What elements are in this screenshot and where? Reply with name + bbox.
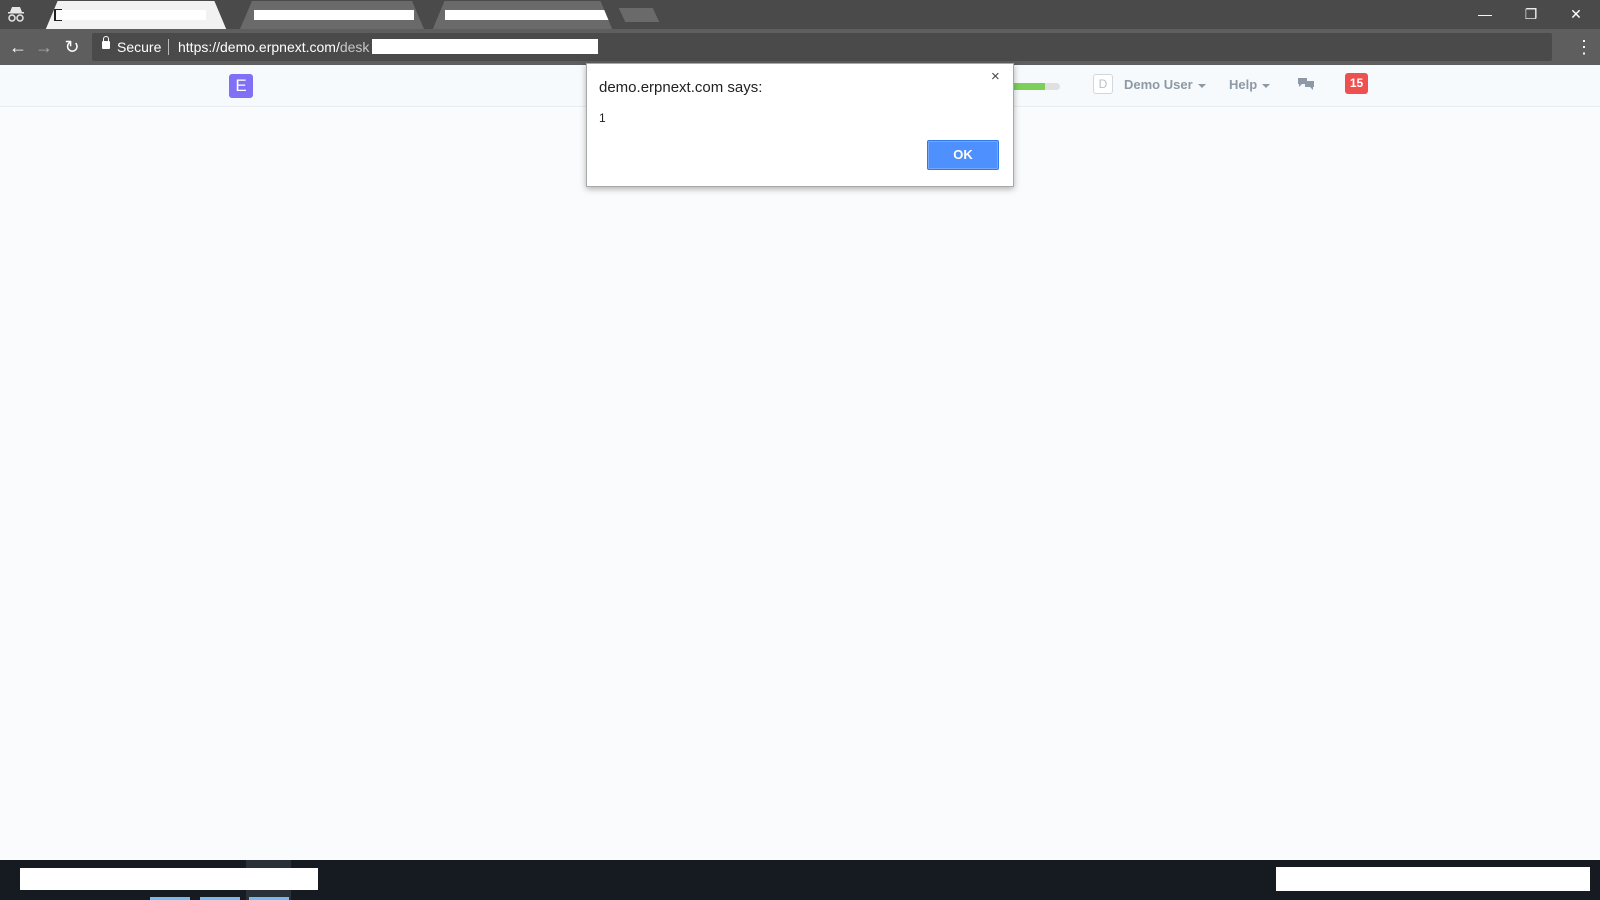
browser-tab-active[interactable] [45,1,227,29]
address-bar[interactable]: Secure https://demo.erpnext.com/desk ☆ [92,33,1552,61]
tab-title [445,10,613,20]
tab-title [254,10,414,20]
url-text[interactable]: https://demo.erpnext.com/desk [178,39,369,55]
reload-button[interactable]: ↻ [60,29,84,65]
progress-bar [1010,83,1060,90]
ok-button[interactable]: OK [927,140,999,170]
browser-menu-icon[interactable]: ⋮ [1574,29,1594,65]
chat-icon[interactable] [1297,76,1315,92]
notification-badge[interactable]: 15 [1345,73,1368,94]
back-button[interactable]: ← [6,29,30,65]
url-redaction [372,39,598,54]
caret-down-icon [1262,83,1271,88]
secure-label: Secure [117,39,162,55]
taskbar-redaction [20,868,318,890]
address-separator [168,39,169,55]
caret-down-icon [1197,83,1206,88]
progress-fill [1010,83,1045,90]
avatar[interactable]: D [1093,74,1113,94]
os-taskbar [0,860,1600,900]
close-icon[interactable]: × [991,68,1000,85]
dialog-title: demo.erpnext.com says: [599,79,763,96]
browser-tab[interactable] [240,1,424,29]
user-name: Demo User [1124,77,1193,92]
browser-tab-strip: — ❐ ✕ [0,0,1600,29]
dialog-message: 1 [599,111,606,125]
help-label: Help [1229,77,1258,92]
url-host: https://demo.erpnext.com/ [178,39,340,55]
help-dropdown[interactable]: Help [1229,77,1271,92]
user-dropdown[interactable]: Demo User [1124,77,1206,92]
new-tab-button[interactable] [618,8,660,22]
url-path: desk [339,39,370,55]
close-window-button[interactable]: ✕ [1553,0,1599,29]
browser-toolbar: ← → ↻ Secure https://demo.erpnext.com/de… [0,29,1600,65]
minimize-button[interactable]: — [1462,0,1508,29]
incognito-icon [8,7,24,22]
restore-button[interactable]: ❐ [1508,0,1554,29]
erpnext-logo[interactable]: E [229,74,253,98]
system-tray-redaction [1276,867,1590,891]
forward-button[interactable]: → [32,29,56,65]
alert-dialog: demo.erpnext.com says: 1 × OK [586,63,1014,187]
browser-tab[interactable] [432,1,613,29]
lock-icon [102,36,110,49]
tab-title [56,10,206,20]
